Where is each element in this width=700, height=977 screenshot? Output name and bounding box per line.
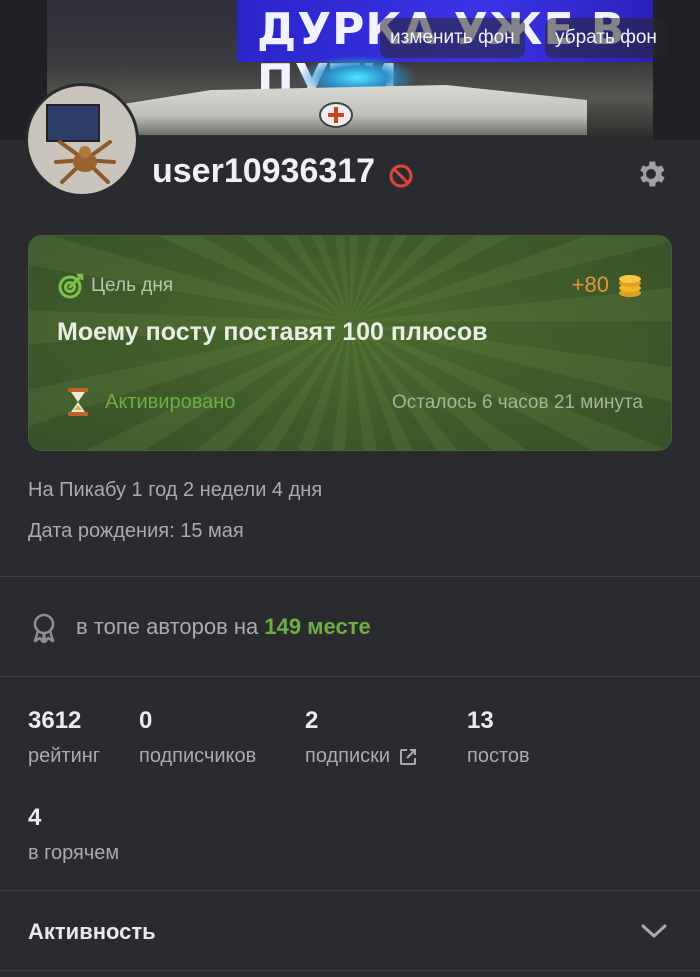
goal-status: Активировано — [105, 391, 236, 413]
divider — [0, 576, 700, 577]
rank-place[interactable]: 149 месте — [264, 614, 370, 639]
stat-value: 3612 — [28, 707, 82, 734]
stat-rating[interactable]: 3612 рейтинг — [28, 707, 100, 768]
stat-subscriptions[interactable]: 2 подписки — [305, 707, 418, 768]
goal-title: Моему посту поставят 100 плюсов — [57, 318, 488, 346]
stat-value: 2 — [305, 707, 319, 734]
stat-value: 13 — [467, 707, 494, 734]
stat-label: подписки — [305, 745, 391, 767]
stat-label: рейтинг — [28, 745, 101, 767]
stat-subscribers[interactable]: 0 подписчиков — [139, 707, 256, 768]
divider — [0, 970, 700, 971]
activity-label: Активность — [28, 919, 156, 944]
award-icon — [33, 613, 55, 643]
stat-posts[interactable]: 13 постов — [467, 707, 530, 768]
stat-hot[interactable]: 4 в горячем — [28, 804, 119, 865]
stat-label: в горячем — [28, 842, 120, 864]
birthday: Дата рождения: 15 мая — [28, 520, 244, 542]
stat-value: 4 — [28, 804, 42, 831]
author-rank: в топе авторов на 149 месте — [76, 614, 371, 640]
stat-value: 0 — [139, 707, 153, 734]
divider — [0, 676, 700, 677]
on-pikabu-duration: На Пикабу 1 год 2 недели 4 дня — [28, 479, 323, 501]
stat-label: подписчиков — [139, 745, 257, 767]
avatar[interactable] — [25, 83, 139, 197]
chevron-down-icon — [641, 924, 667, 938]
activity-section-toggle[interactable]: Активность — [0, 891, 700, 971]
username: user10936317 — [152, 152, 376, 190]
stat-label: постов — [467, 745, 530, 767]
goal-label: Цель дня — [91, 275, 174, 296]
goal-remaining-time: Осталось 6 часов 21 минута — [392, 392, 643, 413]
daily-goal-card[interactable]: Цель дня +80 Моему посту поставят 100 пл… — [28, 235, 672, 451]
remove-background-button[interactable]: убрать фон — [545, 18, 667, 58]
gear-icon[interactable] — [634, 157, 668, 191]
hourglass-icon — [68, 388, 88, 416]
avatar-spider-figure — [54, 140, 116, 184]
rank-prefix: в топе авторов на — [76, 614, 259, 639]
change-background-button[interactable]: изменить фон — [380, 18, 525, 58]
coins-icon — [619, 275, 641, 297]
banner-red-cross — [319, 102, 353, 128]
goal-reward: +80 — [571, 272, 609, 297]
external-link-icon — [400, 748, 417, 765]
ban-icon — [389, 164, 413, 188]
target-icon — [58, 273, 84, 299]
